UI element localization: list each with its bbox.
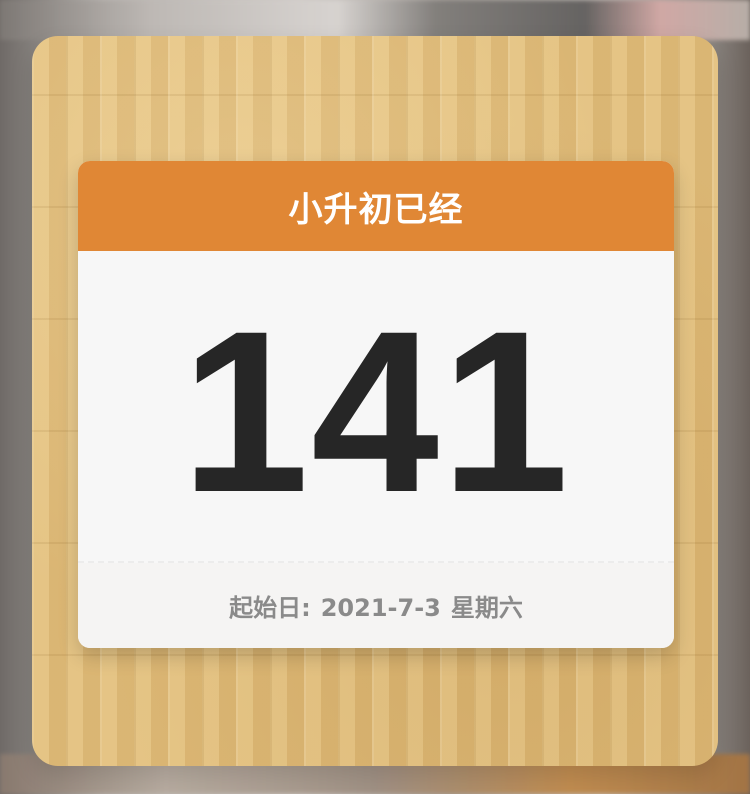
widget-title: 小升初已经 — [288, 189, 464, 230]
countdown-widget[interactable]: 小升初已经 141 起始日: 2021-7-3 星期六 — [32, 36, 718, 766]
day-count: 141 — [181, 283, 571, 540]
card-header: 小升初已经 — [78, 161, 674, 251]
countdown-card: 小升初已经 141 起始日: 2021-7-3 星期六 — [78, 161, 674, 648]
start-date-line: 起始日: 2021-7-3 星期六 — [229, 588, 523, 623]
start-date-value: 2021-7-3 — [320, 594, 441, 622]
card-footer: 起始日: 2021-7-3 星期六 — [78, 563, 674, 648]
card-body: 141 — [78, 251, 674, 561]
start-date-weekday: 星期六 — [450, 594, 523, 622]
background-blur-top — [0, 0, 750, 40]
start-date-label: 起始日: — [229, 594, 311, 622]
